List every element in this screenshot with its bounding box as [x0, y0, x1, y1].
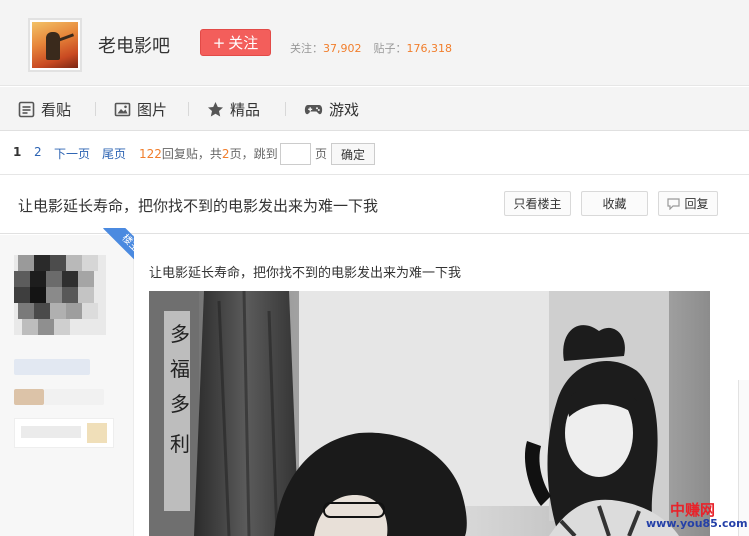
tab-games-label: 游戏: [329, 100, 360, 119]
tab-featured[interactable]: 精品: [207, 99, 260, 119]
image-icon: [114, 102, 131, 116]
forum-logo[interactable]: [28, 18, 82, 72]
op-ribbon: 楼主: [96, 228, 138, 270]
page-2-link[interactable]: 2: [34, 145, 42, 159]
forum-header: 老电影吧 + 关注 关注：37,902 贴子：176,318: [0, 0, 749, 86]
only-op-button[interactable]: 只看楼主: [504, 191, 571, 216]
next-page-link[interactable]: 下一页: [54, 145, 90, 162]
page-unit: 页: [315, 147, 328, 161]
current-page: 1: [13, 145, 22, 159]
reply-button-label: 回复: [684, 197, 709, 211]
svg-text:多: 多: [170, 392, 190, 416]
tab-posts[interactable]: 看贴: [18, 99, 71, 119]
post-image[interactable]: 多 福 多 利: [149, 291, 710, 536]
user-badge-icon: [14, 389, 44, 405]
page-count: 2: [221, 147, 230, 161]
nav-divider: [285, 102, 286, 116]
comment-icon: [667, 197, 681, 210]
svg-text:多: 多: [170, 322, 190, 346]
posts-label: 贴子：: [373, 42, 407, 55]
favorite-button[interactable]: 收藏: [581, 191, 648, 216]
reply-count: 122: [139, 147, 162, 161]
forum-stats: 关注：37,902 贴子：176,318: [290, 40, 452, 56]
tab-featured-label: 精品: [230, 100, 261, 119]
followers-label: 关注：: [290, 42, 323, 55]
reply-summary: 122回复贴，共2页，跳到: [139, 145, 278, 162]
level-badge[interactable]: [14, 418, 114, 448]
thread-title: 让电影延长寿命，把你找不到的电影发出来为难一下我: [18, 197, 379, 215]
post-list-icon: [18, 101, 35, 117]
svg-text:福: 福: [170, 357, 190, 381]
posts-count: 176,318: [406, 42, 453, 55]
forum-nav: 看贴 图片 精品 游戏: [0, 87, 749, 131]
plus-icon: +: [212, 33, 226, 52]
thread-header: 让电影延长寿命，把你找不到的电影发出来为难一下我 只看楼主 收藏 回复: [0, 176, 749, 234]
tab-games[interactable]: 游戏: [304, 99, 359, 119]
tab-images[interactable]: 图片: [114, 99, 167, 119]
nav-divider: [188, 102, 189, 116]
svg-text:利: 利: [170, 432, 190, 456]
scrollbar[interactable]: [738, 380, 749, 536]
page-jump-confirm-button[interactable]: 确定: [331, 143, 375, 165]
post-text: 让电影延长寿命，把你找不到的电影发出来为难一下我: [149, 266, 462, 281]
follow-label: 关注: [228, 34, 259, 52]
movie-still-image: 多 福 多 利: [149, 291, 710, 536]
followers-count: 37,902: [323, 42, 362, 55]
star-icon: [208, 101, 223, 116]
last-page-link[interactable]: 尾页: [102, 145, 126, 162]
user-badge-label: [44, 389, 104, 405]
username-link[interactable]: [14, 359, 90, 375]
watermark-url: www.you85.com: [646, 517, 748, 530]
page-jump-label: 页，跳到: [229, 147, 278, 161]
tab-images-label: 图片: [137, 100, 168, 119]
page-jump-input[interactable]: [280, 143, 311, 165]
tab-posts-label: 看贴: [41, 100, 72, 119]
forum-name[interactable]: 老电影吧: [98, 32, 170, 58]
nav-divider: [95, 102, 96, 116]
reply-suffix: 回复贴，共: [161, 147, 222, 161]
reply-button[interactable]: 回复: [658, 191, 718, 216]
avatar[interactable]: [14, 255, 106, 335]
follow-button[interactable]: + 关注: [200, 29, 271, 56]
gamepad-icon: [304, 104, 323, 114]
op-badge: 楼主: [103, 228, 138, 270]
